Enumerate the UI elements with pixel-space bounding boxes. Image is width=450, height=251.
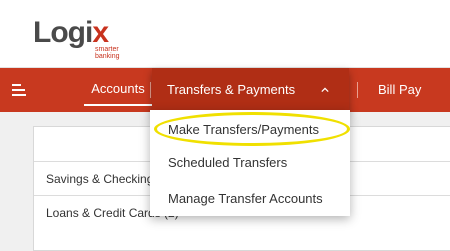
nav-accounts-label: Accounts [91,81,145,96]
logo-wordmark: Logix [33,16,109,49]
highlight-annotation [154,112,350,146]
active-underline [84,104,152,106]
nav-separator [357,82,358,98]
logix-logo[interactable]: Logix smarter banking [33,16,173,62]
logo-tagline: smarter banking [95,46,120,60]
menu-item-manage-transfer-accounts[interactable]: Manage Transfer Accounts [168,189,323,209]
account-group-label: Savings & Checking [46,172,154,186]
nav-bill-pay-label: Bill Pay [378,82,422,97]
main-nav: Accounts Transfers & Payments Bill Pay [0,68,450,112]
nav-accounts[interactable]: Accounts [84,68,152,112]
hamburger-menu-icon[interactable] [12,82,26,98]
nav-bill-pay[interactable]: Bill Pay [378,68,421,112]
chevron-up-icon [321,87,329,93]
menu-item-scheduled-transfers[interactable]: Scheduled Transfers [168,153,287,173]
nav-separator [150,82,151,98]
nav-transfers-payments[interactable]: Transfers & Payments [152,68,349,112]
header: Logix smarter banking [0,0,450,67]
nav-transfers-label: Transfers & Payments [167,82,296,97]
